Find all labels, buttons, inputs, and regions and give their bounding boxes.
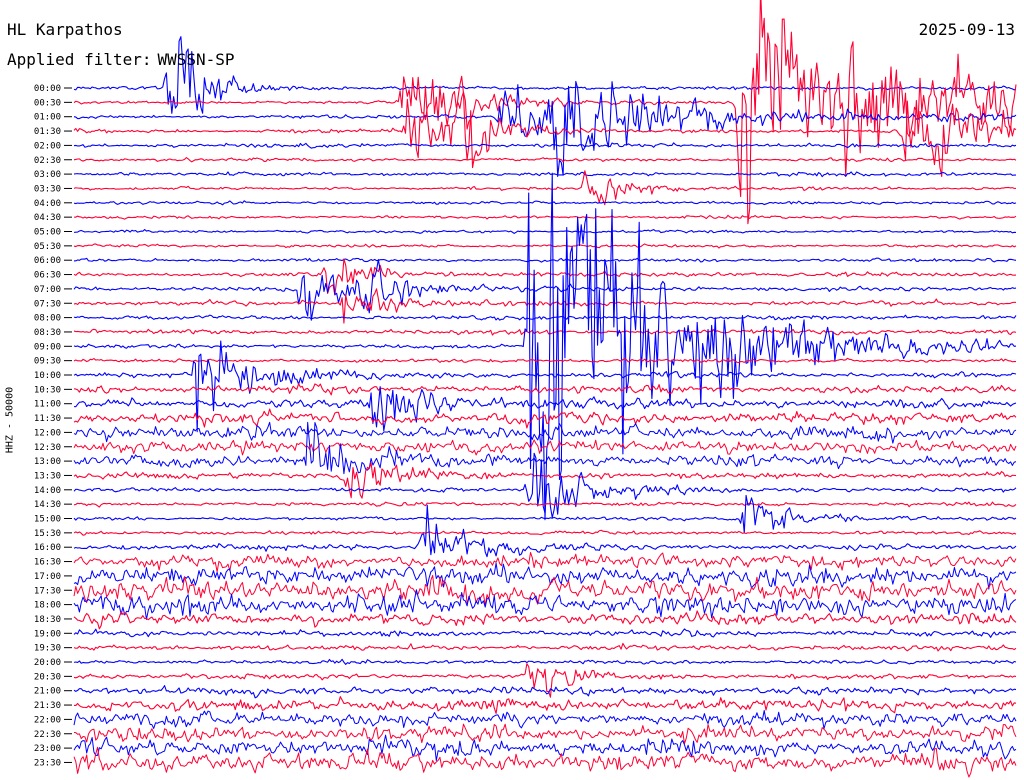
time-label-1430: 14:30 [34, 500, 61, 510]
trace-row-2000 [73, 658, 1017, 665]
trace-row-1630 [73, 551, 1017, 573]
trace-row-1900 [73, 628, 1017, 638]
time-label-2000: 20:00 [34, 658, 61, 668]
time-label-2200: 22:00 [34, 715, 61, 725]
channel-label: HHZ - 50000 [4, 386, 16, 454]
date-label: 2025-09-13 [918, 20, 1015, 39]
trace-row-2330 [73, 746, 1017, 778]
time-label-0130: 01:30 [34, 127, 61, 137]
time-label-1400: 14:00 [34, 486, 61, 496]
time-label-1230: 12:30 [34, 443, 61, 453]
trace-row-1830 [73, 610, 1017, 630]
trace-row-0530 [73, 243, 1017, 249]
trace-row-0500 [73, 228, 1017, 234]
time-label-1300: 13:00 [34, 457, 61, 467]
trace-row-0200 [73, 142, 1017, 149]
time-label-group: 00:00 00:30 01:00 01:30 02:00 02:30 03:00 03:30… [34, 84, 72, 768]
trace-row-1530 [73, 529, 1017, 536]
trace-row-2230 [73, 723, 1017, 745]
time-label-1700: 17:00 [34, 572, 61, 582]
seismogram-plot: 00:00 00:30 01:00 01:30 02:00 02:30 03:00 03:30… [34, 0, 1017, 778]
trace-row-0930 [73, 357, 1017, 364]
time-label-1900: 19:00 [34, 629, 61, 639]
trace-row-1230 [73, 439, 1017, 456]
filter-value: WWSSN-SP [157, 50, 235, 69]
time-label-0530: 05:30 [34, 242, 61, 252]
time-label-0430: 04:30 [34, 213, 61, 223]
time-label-1730: 17:30 [34, 586, 61, 596]
time-label-0330: 03:30 [34, 184, 61, 194]
trace-row-0900 [73, 172, 1017, 521]
time-label-2100: 21:00 [34, 687, 61, 697]
time-label-1130: 11:30 [34, 414, 61, 424]
trace-row-0230 [73, 157, 1017, 163]
trace-row-0700 [73, 258, 1017, 321]
filter-info: Applied filter: WWSSN-SP [7, 50, 235, 69]
time-label-1500: 15:00 [34, 515, 61, 525]
time-label-0000: 00:00 [34, 84, 61, 94]
trace-row-2130 [74, 696, 1017, 714]
time-label-2300: 23:00 [34, 744, 61, 754]
time-label-0400: 04:00 [34, 199, 61, 209]
time-label-0730: 07:30 [34, 299, 61, 309]
trace-row-0330 [73, 170, 1017, 206]
time-label-0830: 08:30 [34, 328, 61, 338]
trace-row-1700 [73, 562, 1017, 590]
time-label-0500: 05:00 [34, 228, 61, 238]
time-label-0900: 09:00 [34, 342, 61, 352]
time-label-1630: 16:30 [34, 558, 61, 568]
trace-row-2100 [73, 685, 1017, 699]
time-label-1200: 12:00 [34, 428, 61, 438]
trace-row-0300 [73, 171, 1017, 178]
trace-row-1100 [73, 386, 1017, 432]
time-label-0800: 08:00 [34, 314, 61, 324]
trace-row-2300 [73, 734, 1017, 762]
time-label-0030: 00:30 [34, 98, 61, 108]
time-label-0100: 01:00 [34, 113, 61, 123]
trace-row-1730 [73, 574, 1017, 606]
station-title: HL Karpathos [7, 20, 123, 39]
filter-label: Applied filter: [7, 50, 152, 69]
trace-row-2200 [73, 710, 1017, 730]
time-label-1100: 11:00 [34, 400, 61, 410]
trace-row-0830 [73, 328, 1017, 336]
trace-group [73, 0, 1017, 778]
time-label-1330: 13:30 [34, 471, 61, 481]
time-label-1530: 15:30 [34, 529, 61, 539]
time-label-0700: 07:00 [34, 285, 61, 295]
time-label-2330: 23:30 [34, 758, 61, 768]
time-label-1800: 18:00 [34, 601, 61, 611]
trace-row-1130 [73, 408, 1017, 429]
trace-row-0600 [73, 257, 1017, 263]
time-label-1930: 19:30 [34, 644, 61, 654]
time-label-2130: 21:30 [34, 701, 61, 711]
time-label-0230: 02:30 [34, 156, 61, 166]
time-label-0630: 06:30 [34, 271, 61, 281]
trace-row-0430 [73, 214, 1017, 220]
trace-row-0630 [73, 258, 1017, 296]
time-label-1030: 10:30 [34, 385, 61, 395]
time-label-2030: 20:30 [34, 672, 61, 682]
time-label-0200: 02:00 [34, 141, 61, 151]
time-label-1830: 18:30 [34, 615, 61, 625]
trace-row-0800 [73, 314, 1017, 321]
time-label-0600: 06:00 [34, 256, 61, 266]
time-label-1000: 10:00 [34, 371, 61, 381]
trace-row-1930 [73, 642, 1017, 652]
time-label-2230: 22:30 [34, 730, 61, 740]
trace-row-1200 [73, 421, 1017, 444]
time-label-0930: 09:30 [34, 357, 61, 367]
time-label-1600: 16:00 [34, 543, 61, 553]
trace-row-0400 [73, 200, 1017, 206]
time-label-0300: 03:00 [34, 170, 61, 180]
helicorder-chart: 00:00 00:30 01:00 01:30 02:00 02:30 03:00 03:30… [0, 0, 1024, 780]
